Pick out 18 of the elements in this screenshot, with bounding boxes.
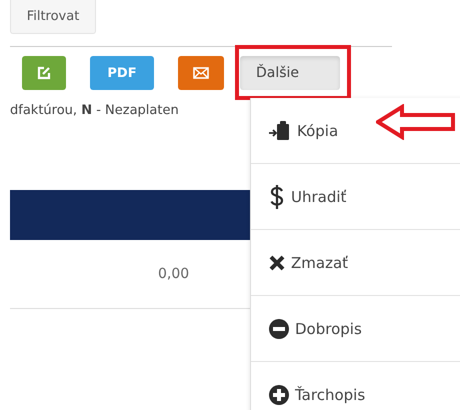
- email-button[interactable]: [178, 56, 224, 90]
- table-cell: 0,00: [158, 266, 190, 282]
- close-icon: [269, 254, 285, 270]
- plus-circle-icon: [269, 384, 289, 404]
- more-button[interactable]: Ďalšie: [240, 56, 340, 90]
- edit-icon: [37, 66, 51, 80]
- menu-item[interactable]: Zmazať: [291, 254, 348, 272]
- legend-text: dfaktúrou, N - Nezaplaten: [10, 102, 180, 120]
- edit-button[interactable]: [22, 56, 66, 90]
- filter-button[interactable]: Filtrovat: [10, 0, 96, 34]
- menu-item[interactable]: Dobropis: [295, 320, 362, 338]
- minus-circle-icon: [269, 318, 289, 338]
- envelope-icon: [193, 67, 209, 79]
- dollar-icon: [269, 184, 285, 210]
- clipboard-icon: [269, 120, 291, 140]
- menu-item[interactable]: Kópia: [297, 122, 338, 140]
- menu-item[interactable]: Uhradiť: [291, 188, 346, 206]
- menu-item[interactable]: Ťarchopis: [295, 386, 366, 404]
